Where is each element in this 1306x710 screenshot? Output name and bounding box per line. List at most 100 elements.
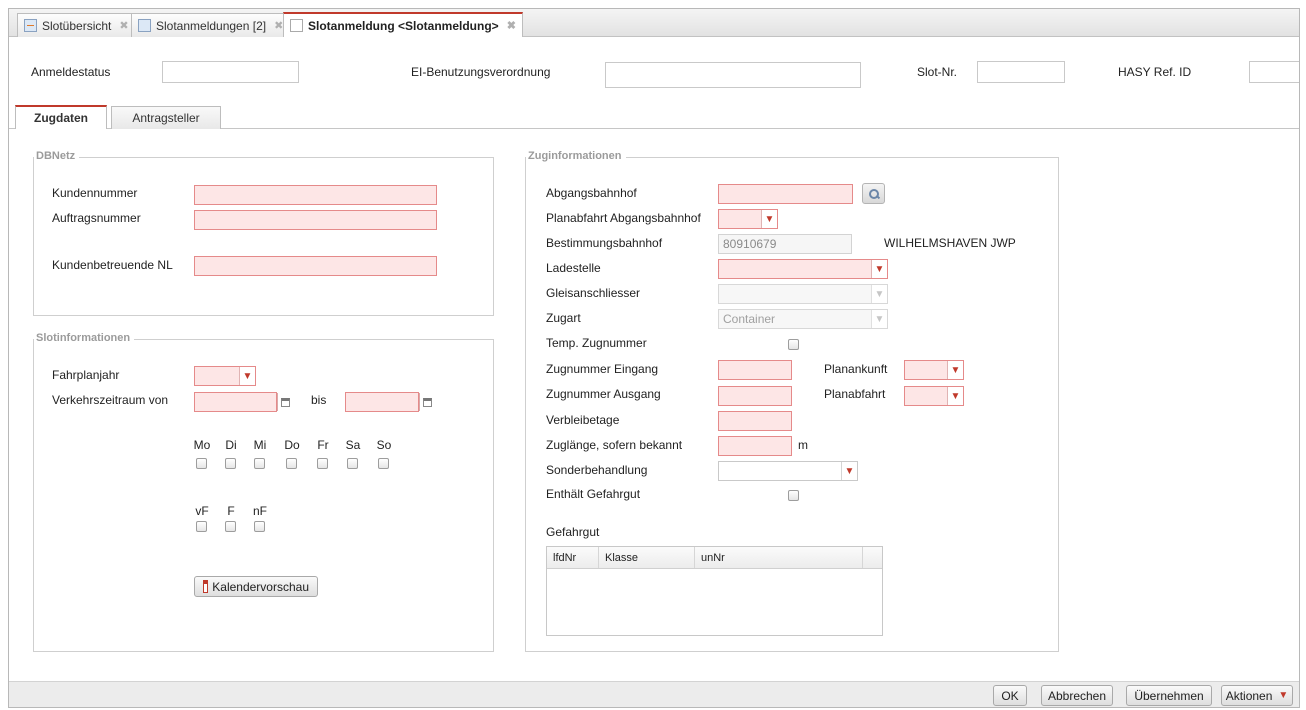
abgangsbahnhof-label: Abgangsbahnhof [546, 186, 637, 200]
slotinformationen-fieldset: Slotinformationen Fahrplanjahr ▼ Verkehr… [33, 332, 494, 652]
tab-label: Slotanmeldungen [2] [156, 18, 267, 33]
zuglaenge-unit: m [798, 438, 808, 452]
kundenbetreuende-nl-field[interactable] [194, 256, 437, 276]
aktionen-label: Aktionen [1225, 688, 1273, 703]
chevron-down-icon: ▼ [761, 210, 777, 228]
zuglaenge-label: Zuglänge, sofern bekannt [546, 438, 683, 452]
tab-slotuebersicht[interactable]: Slotübersicht ✖ [17, 13, 136, 37]
chevron-down-icon: ▼ [239, 367, 255, 385]
tab-label: Slotanmeldung <Slotanmeldung> [308, 18, 499, 33]
fahrplanjahr-select[interactable]: ▼ [194, 366, 256, 386]
day-checkbox-sa[interactable] [347, 458, 358, 469]
day-checkbox-di[interactable] [225, 458, 236, 469]
gefahrgut-table: lfdNr Klasse unNr [546, 546, 883, 636]
kalendervorschau-button[interactable]: Kalendervorschau [194, 576, 318, 597]
feiertag-checkbox-nf[interactable] [254, 521, 265, 532]
search-button[interactable] [862, 183, 885, 204]
ok-button[interactable]: OK [993, 685, 1027, 706]
abbrechen-button[interactable]: Abbrechen [1041, 685, 1113, 706]
close-icon[interactable]: ✖ [507, 19, 516, 32]
close-icon[interactable]: ✖ [274, 19, 283, 32]
zuglaenge-field[interactable] [718, 436, 792, 456]
anmeldestatus-field[interactable] [162, 61, 299, 83]
enthaelt-gefahrgut-label: Enthält Gefahrgut [546, 487, 641, 501]
zugnummer-ausgang-field[interactable] [718, 386, 792, 406]
ei-benutzungsverordnung-field[interactable] [605, 62, 861, 88]
document-icon [290, 19, 303, 32]
verkehrszeitraum-bis-field[interactable] [345, 392, 419, 412]
day-label-so: So [376, 438, 392, 452]
column-header-lfdnr[interactable]: lfdNr [547, 547, 599, 568]
verbleibetage-field[interactable] [718, 411, 792, 431]
temp-zugnummer-label: Temp. Zugnummer [546, 336, 647, 350]
ladestelle-select[interactable]: ▼ [718, 259, 888, 279]
day-checkbox-so[interactable] [378, 458, 389, 469]
gefahrgut-label: Gefahrgut [546, 525, 600, 539]
calendar-icon[interactable] [277, 393, 293, 411]
documents-icon [135, 19, 151, 36]
day-checkbox-fr[interactable] [317, 458, 328, 469]
planankunft-label: Planankunft [824, 362, 888, 376]
kalendervorschau-label: Kalendervorschau [212, 579, 309, 594]
ladestelle-label: Ladestelle [546, 261, 601, 275]
slot-nr-label: Slot-Nr. [917, 65, 958, 79]
kundennummer-field[interactable] [194, 185, 437, 205]
feiertag-label-nf: nF [252, 504, 267, 518]
day-checkbox-mi[interactable] [254, 458, 265, 469]
zugart-value: Container [723, 312, 776, 326]
bestimmungsbahnhof-field[interactable] [718, 234, 852, 254]
tab-slotanmeldung[interactable]: Slotanmeldung <Slotanmeldung> ✖ [283, 12, 523, 37]
chevron-down-icon: ▼ [947, 387, 963, 405]
enthaelt-gefahrgut-checkbox[interactable] [788, 490, 799, 501]
verkehrszeitraum-von-field[interactable] [194, 392, 277, 412]
planabfahrt-abgangsbahnhof-label: Planabfahrt Abgangsbahnhof [546, 211, 701, 225]
tab-zugdaten[interactable]: Zugdaten [15, 105, 107, 129]
slotinformationen-legend: Slotinformationen [34, 332, 135, 344]
planabfahrt-label: Planabfahrt [824, 387, 886, 401]
feiertag-checkbox-f[interactable] [225, 521, 236, 532]
aktionen-button[interactable]: Aktionen ▼ [1221, 685, 1293, 706]
zugart-select[interactable]: Container ▼ [718, 309, 888, 329]
chevron-down-icon: ▼ [947, 361, 963, 379]
day-label-sa: Sa [345, 438, 361, 452]
auftragsnummer-field[interactable] [194, 210, 437, 230]
temp-zugnummer-checkbox[interactable] [788, 339, 799, 350]
dbnetz-fieldset: DBNetz Kundennummer Auftragsnummer Kunde… [33, 150, 494, 316]
auftragsnummer-label: Auftragsnummer [52, 211, 141, 225]
ei-benutzungsverordnung-label: EI-Benutzungsverordnung [411, 65, 551, 79]
gleisanschliesser-select[interactable]: ▼ [718, 284, 888, 304]
column-header-klasse[interactable]: Klasse [599, 547, 695, 568]
sonderbehandlung-select[interactable]: ▼ [718, 461, 858, 481]
feiertag-label-vf: vF [195, 504, 209, 518]
planabfahrt-select[interactable]: ▼ [904, 386, 964, 406]
zugart-label: Zugart [546, 311, 581, 325]
verkehrszeitraum-label: Verkehrszeitraum von [52, 393, 169, 407]
tab-antragsteller[interactable]: Antragsteller [111, 106, 221, 129]
caret-down-icon: ▼ [1278, 690, 1289, 701]
zugnummer-eingang-field[interactable] [718, 360, 792, 380]
tab-slotanmeldungen[interactable]: Slotanmeldungen [2] ✖ [131, 13, 291, 37]
chevron-down-icon: ▼ [871, 310, 887, 328]
planabfahrt-abgangsbahnhof-select[interactable]: ▼ [718, 209, 778, 229]
feiertag-label-f: F [227, 504, 235, 518]
sonderbehandlung-label: Sonderbehandlung [546, 463, 648, 477]
uebernehmen-button[interactable]: Übernehmen [1126, 685, 1212, 706]
search-icon [868, 188, 879, 199]
fahrplanjahr-label: Fahrplanjahr [52, 368, 120, 382]
hasy-ref-id-field[interactable] [1249, 61, 1299, 83]
form-tab-bar: Zugdaten Antragsteller [9, 105, 1299, 129]
day-checkbox-do[interactable] [286, 458, 297, 469]
column-header-unnr[interactable]: unNr [695, 547, 863, 568]
close-icon[interactable]: ✖ [119, 19, 128, 32]
chevron-down-icon: ▼ [841, 462, 857, 480]
day-label-do: Do [284, 438, 300, 452]
bestimmungsbahnhof-name: WILHELMSHAVEN JWP [884, 236, 1016, 250]
calendar-icon[interactable] [419, 393, 435, 411]
feiertag-checkbox-vf[interactable] [196, 521, 207, 532]
slot-nr-field[interactable] [977, 61, 1065, 83]
planankunft-select[interactable]: ▼ [904, 360, 964, 380]
zugnummer-ausgang-label: Zugnummer Ausgang [546, 387, 661, 401]
abgangsbahnhof-field[interactable] [718, 184, 853, 204]
anmeldestatus-label: Anmeldestatus [31, 65, 111, 79]
day-checkbox-mo[interactable] [196, 458, 207, 469]
